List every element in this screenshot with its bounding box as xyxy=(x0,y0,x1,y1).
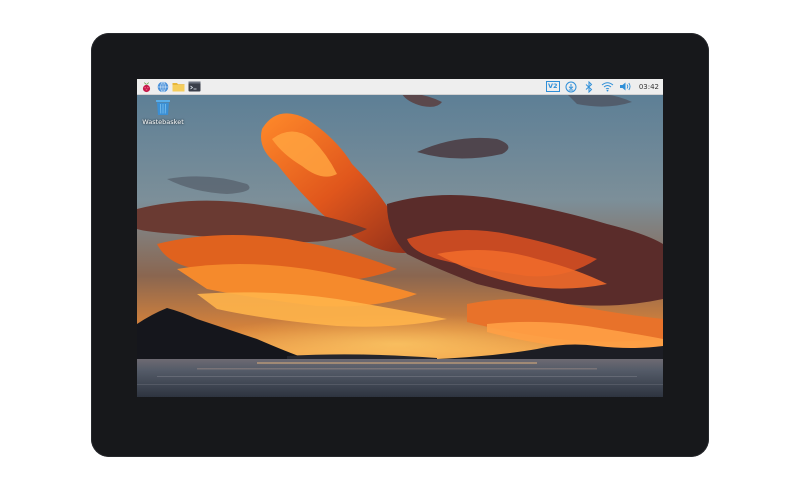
desktop-icon-wastebasket[interactable]: Wastebasket xyxy=(142,98,184,126)
web-browser-icon[interactable] xyxy=(156,80,169,93)
screen: V2 03:42 Wastebasket xyxy=(137,79,663,397)
file-manager-icon[interactable] xyxy=(172,80,185,93)
taskbar: V2 03:42 xyxy=(137,79,663,95)
vnc-label: V2 xyxy=(548,82,558,90)
terminal-icon[interactable] xyxy=(188,80,201,93)
raspberry-menu-icon[interactable] xyxy=(140,80,153,93)
system-tray: V2 03:42 xyxy=(545,80,663,93)
bluetooth-icon[interactable] xyxy=(583,80,596,93)
updater-icon[interactable] xyxy=(565,80,578,93)
wifi-icon[interactable] xyxy=(601,80,614,93)
desktop-wallpaper xyxy=(137,94,663,397)
volume-icon[interactable] xyxy=(619,80,632,93)
taskbar-clock[interactable]: 03:42 xyxy=(639,83,659,91)
vnc-icon[interactable]: V2 xyxy=(545,81,560,92)
desktop-icon-label: Wastebasket xyxy=(142,118,184,126)
launcher-group xyxy=(137,80,201,93)
wastebasket-icon xyxy=(156,100,170,115)
